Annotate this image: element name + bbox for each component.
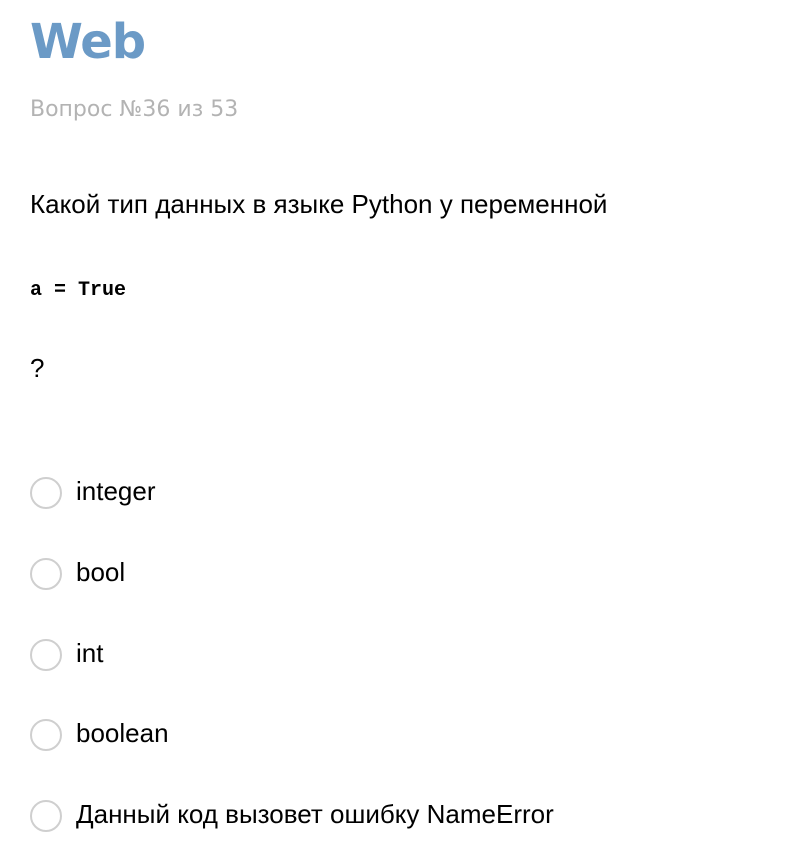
answer-option-name-error[interactable]: Данный код вызовет ошибку NameError xyxy=(30,796,554,836)
answer-label: boolean xyxy=(76,718,169,748)
answer-label: bool xyxy=(76,557,126,587)
page-title: Web xyxy=(30,14,146,70)
question-text: Какой тип данных в языке Python у переме… xyxy=(30,189,608,219)
radio-button[interactable] xyxy=(30,639,62,671)
question-counter: Вопрос №36 из 53 xyxy=(30,97,239,122)
question-mark: ? xyxy=(30,353,45,383)
answer-option-int[interactable]: int xyxy=(30,635,103,675)
answer-option-bool[interactable]: bool xyxy=(30,554,125,594)
answer-option-boolean[interactable]: boolean xyxy=(30,715,169,755)
answer-label: integer xyxy=(76,476,156,506)
answer-label: Данный код вызовет ошибку NameError xyxy=(76,799,554,829)
answer-label: int xyxy=(76,638,104,668)
radio-button[interactable] xyxy=(30,800,62,832)
radio-button[interactable] xyxy=(30,719,62,751)
answer-option-integer[interactable]: integer xyxy=(30,473,156,513)
radio-button[interactable] xyxy=(30,477,62,509)
radio-button[interactable] xyxy=(30,558,62,590)
question-code: a = True xyxy=(30,279,127,302)
